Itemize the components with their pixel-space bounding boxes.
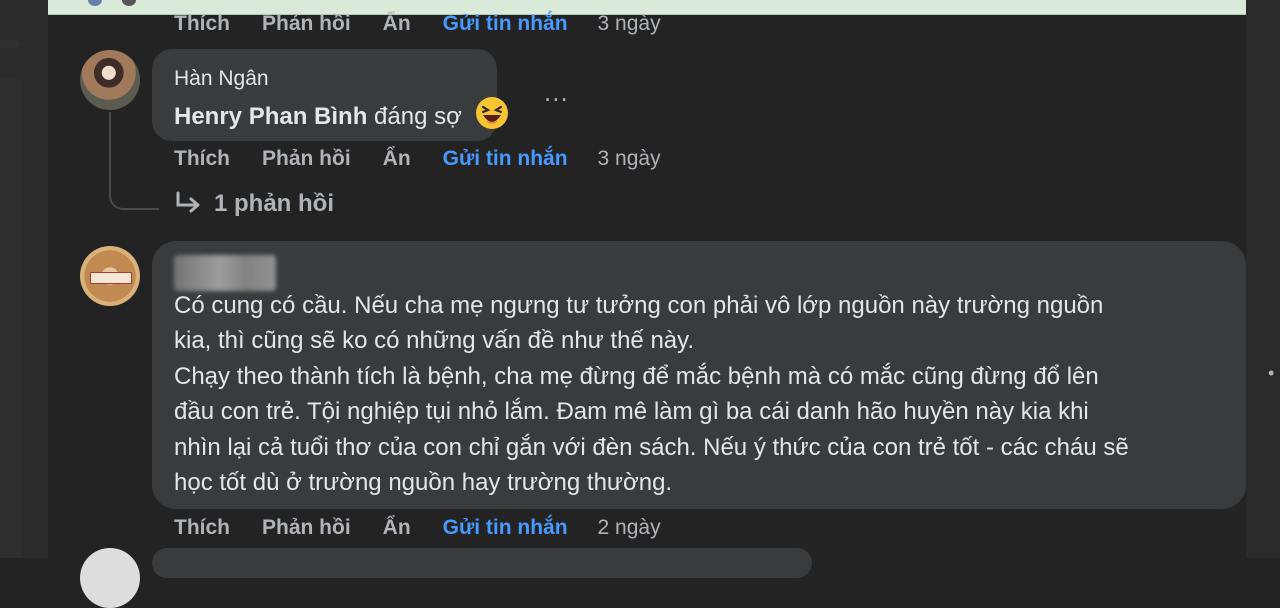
reply-button[interactable]: Phản hồi <box>262 516 351 540</box>
hide-button[interactable]: Ẩn <box>383 147 411 171</box>
comment-line: kia, thì cũng sẽ ko có những vấn đề như … <box>174 327 695 355</box>
like-button[interactable]: Thích <box>174 147 230 171</box>
avatar[interactable] <box>80 548 140 608</box>
reply-button[interactable]: Phản hồi <box>262 12 351 36</box>
send-message-button[interactable]: Gửi tin nhắn <box>443 12 568 36</box>
comment-bubble <box>152 548 812 578</box>
view-replies-button[interactable]: 1 phản hồi <box>174 190 334 218</box>
avatar[interactable] <box>80 50 140 110</box>
comment-actions: Thích Phản hồi Ẩn Gửi tin nhắn 2 ngày <box>174 514 693 542</box>
timestamp[interactable]: 2 ngày <box>598 516 661 540</box>
more-options-icon-right[interactable]: • <box>1268 364 1274 382</box>
avatar[interactable] <box>80 246 140 306</box>
comment-line: học tốt dù ở trường nguồn hay trường thư… <box>174 469 673 497</box>
reply-button[interactable]: Phản hồi <box>262 147 351 171</box>
previous-comment-actions: Thích Phản hồi Ẩn Gửi tin nhắn 3 ngày <box>174 10 693 38</box>
comment-author-blurred[interactable] <box>174 255 276 291</box>
laughing-face-icon <box>475 97 508 129</box>
thread-connector <box>109 112 159 210</box>
tagged-user-link[interactable]: Henry Phan Bình <box>174 103 367 130</box>
more-options-button[interactable]: ... <box>544 79 569 105</box>
comment-actions: Thích Phản hồi Ẩn Gửi tin nhắn 3 ngày <box>174 145 693 173</box>
comment-author[interactable]: Hàn Ngân <box>174 67 269 91</box>
timestamp[interactable]: 3 ngày <box>598 147 661 171</box>
comment-body: đáng sợ <box>374 103 462 130</box>
like-button[interactable]: Thích <box>174 516 230 540</box>
replies-count[interactable]: 1 phản hồi <box>214 190 334 218</box>
comment-line: Có cung có cầu. Nếu cha mẹ ngưng tư tưởn… <box>174 292 1104 319</box>
comment-text: Có cung có cầu. Nếu cha mẹ ngưng tư tưởn… <box>174 288 1224 500</box>
like-button[interactable]: Thích <box>174 12 230 36</box>
comment-line: đầu con trẻ. Tội nghiệp tụi nhỏ lắm. Đam… <box>174 398 1089 426</box>
comment-line: Chạy theo thành tích là bệnh, cha mẹ đừn… <box>174 362 1099 390</box>
left-panel <box>0 0 48 558</box>
facebook-icon <box>88 0 102 6</box>
send-message-button[interactable]: Gửi tin nhắn <box>443 147 568 171</box>
tab-icon <box>122 0 136 6</box>
hide-button[interactable]: Ẩn <box>383 516 411 540</box>
reply-arrow-icon <box>176 191 200 213</box>
hide-button[interactable]: Ẩn <box>383 12 411 36</box>
right-panel <box>1246 0 1280 558</box>
comment-line: nhìn lại cả tuổi thơ của con chỉ gắn với… <box>174 433 1129 461</box>
timestamp[interactable]: 3 ngày <box>598 12 661 36</box>
send-message-button[interactable]: Gửi tin nhắn <box>443 516 568 540</box>
comment-text: Henry Phan Bình đáng sợ <box>174 96 509 131</box>
